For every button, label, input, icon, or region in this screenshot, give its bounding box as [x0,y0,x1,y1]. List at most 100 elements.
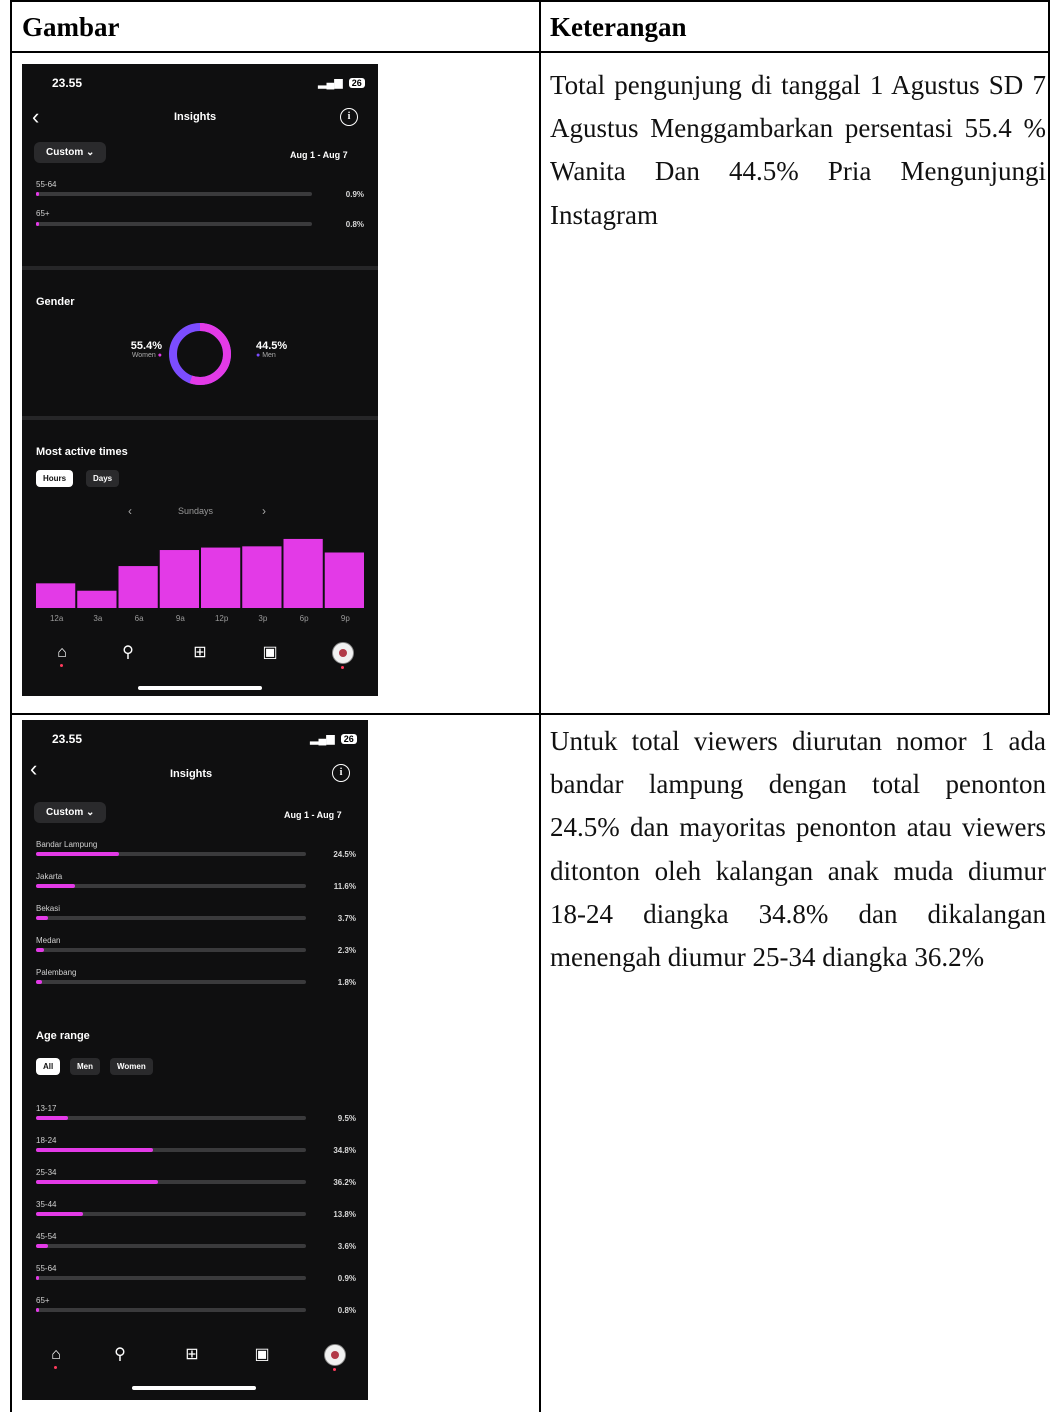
age-label: 55-64 [36,180,57,189]
age-bar-fill [36,1244,48,1248]
age-bar-track [36,1116,306,1120]
notification-dot [333,1368,336,1371]
page-title: Insights [174,111,217,123]
date-filter-dropdown[interactable]: Custom ⌄ [34,802,107,823]
signal-icon: ▂▄▆ [318,77,343,89]
battery-badge: 26 [348,78,365,88]
page-title: Insights [170,768,213,780]
info-icon[interactable]: i [340,108,358,126]
age-bar-track [36,222,312,226]
age-bar-track [36,1180,306,1184]
create-icon[interactable]: ⊞ [180,1344,204,1364]
city-bar-track [36,884,306,888]
age-label: 35-44 [36,1200,57,1209]
age-bar-fill [36,1308,39,1312]
tick-label-9a: 9a [176,614,185,623]
women-dot-icon: ● [157,352,162,359]
phone-screenshot-location-age: 23.55 ▂▄▆ 26 ‹ Insights i Custom ⌄ Aug 1… [22,720,368,1400]
city-bar-track [36,948,306,952]
avatar-logo [331,1351,339,1359]
reels-icon[interactable]: ▣ [250,1344,274,1364]
date-range: Aug 1 - Aug 7 [290,150,348,160]
back-arrow-icon[interactable]: ‹ [30,758,37,780]
age-label: 18-24 [36,1136,57,1145]
create-icon[interactable]: ⊞ [188,642,212,662]
notification-dot [60,664,63,667]
city-bar-fill [36,948,44,952]
age-value: 9.5% [337,1114,356,1123]
bar-12p [201,547,241,608]
city-bar-fill [36,852,119,856]
table-border-right [1048,0,1050,713]
age-value: 0.8% [337,1306,356,1315]
table-border-top [10,0,1050,2]
bar-9a [159,550,199,608]
age-value: 3.6% [337,1242,356,1251]
tick-label-12p: 12p [215,614,229,623]
age-label: 65+ [36,1296,50,1305]
bar-6a [118,566,158,608]
avatar-logo [339,649,347,657]
prev-day-icon[interactable]: ‹ [128,504,132,518]
age-bar-track [36,192,312,196]
age-label: 65+ [36,209,50,218]
city-bar-track [36,916,306,920]
bar-6p [283,538,323,608]
chevron-down-icon: ⌄ [86,147,95,158]
city-label: Palembang [36,968,77,977]
profile-avatar[interactable] [324,1344,346,1366]
age-bar-fill [36,192,39,196]
city-label: Bandar Lampung [36,840,98,849]
tick-label-6a: 6a [135,614,144,623]
age-bar-track [36,1244,306,1248]
row1-description: Total pengunjung di tanggal 1 Agustus SD… [550,70,1046,230]
city-bar-track [36,852,306,856]
search-icon[interactable]: ⚲ [116,642,140,662]
age-bar-fill [36,1180,158,1184]
tick-label-12a: 12a [50,614,64,623]
city-value: 2.3% [337,946,356,955]
phone-screenshot-gender: 23.55 ▂▄▆ 26 ‹ Insights i Custom ⌄ Aug 1… [22,64,378,696]
status-icons: ▂▄▆ 26 [318,76,365,89]
search-icon[interactable]: ⚲ [108,1344,132,1364]
tab-days[interactable]: Days [86,470,120,487]
tick-label-9p: 9p [341,614,350,623]
table-row-divider [10,713,1050,715]
next-day-icon[interactable]: › [262,504,266,518]
age-bar-fill [36,222,39,226]
home-icon[interactable]: ⌂ [50,644,74,662]
gender-title: Gender [36,296,75,308]
profile-avatar[interactable] [332,642,354,664]
date-range: Aug 1 - Aug 7 [284,810,342,820]
tab-hours[interactable]: Hours [36,470,74,487]
age-value: 36.2% [333,1178,356,1187]
men-dot-icon: ● [256,352,261,359]
tab-all[interactable]: All [36,1058,61,1075]
city-bar-track [36,980,306,984]
men-stat: 44.5% ● Men [256,340,287,359]
info-icon[interactable]: i [332,764,350,782]
age-bar-fill [36,1276,39,1280]
tick-label-3p: 3p [258,614,267,623]
chevron-down-icon: ⌄ [86,807,95,818]
tab-women[interactable]: Women [110,1058,153,1075]
bar-3a [77,590,117,608]
age-label: 55-64 [36,1264,57,1273]
home-indicator [132,1386,256,1390]
tick-label-3a: 3a [93,614,102,623]
date-filter-dropdown[interactable]: Custom ⌄ [34,142,107,163]
women-percentage: 55.4% [130,340,162,352]
age-value: 13.8% [333,1210,356,1219]
age-bar-fill [36,1212,83,1216]
back-arrow-icon[interactable]: ‹ [32,106,39,128]
men-label: Men [262,352,276,359]
signal-icon: ▂▄▆ [310,733,335,745]
home-icon[interactable]: ⌂ [44,1346,68,1364]
reels-icon[interactable]: ▣ [258,642,282,662]
city-value: 1.8% [337,978,356,987]
city-label: Jakarta [36,872,63,881]
header-keterangan: Keterangan [550,12,687,42]
table-column-divider [539,0,541,1412]
tab-men[interactable]: Men [70,1058,100,1075]
status-time: 23.55 [52,76,83,90]
